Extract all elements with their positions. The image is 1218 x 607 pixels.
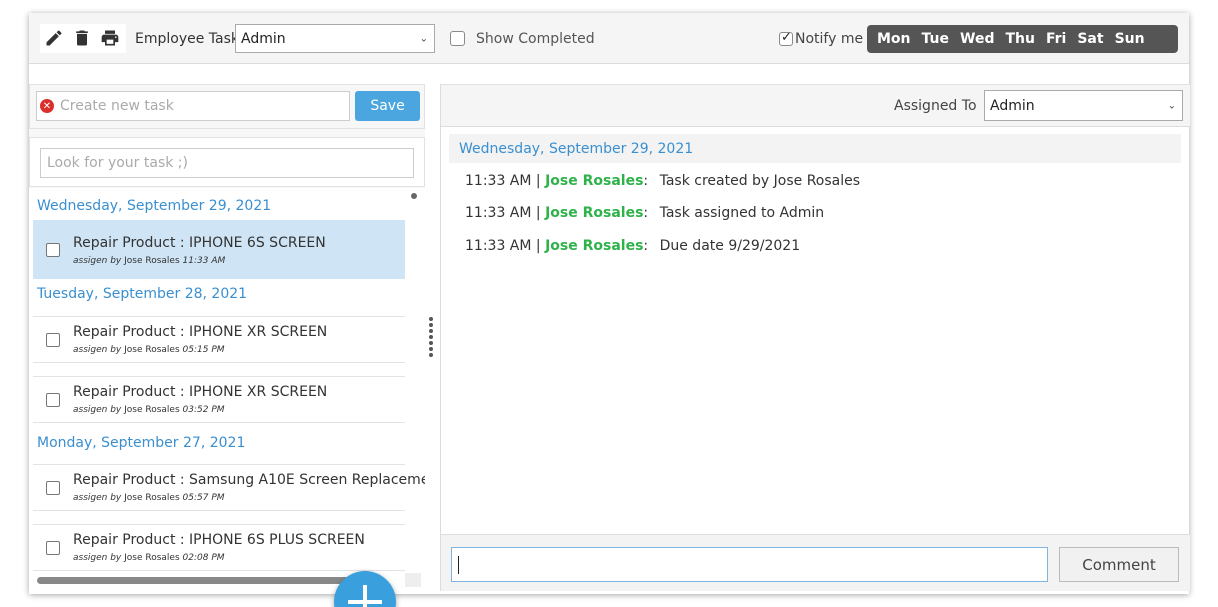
task-manager-window: Employee Task Admin ⌄ Show Completed Not… <box>29 13 1190 607</box>
activity-date-header: Wednesday, September 29, 2021 <box>449 134 1181 163</box>
activity-user: Jose Rosales <box>545 173 644 189</box>
task-item[interactable]: Repair Product : IPHONE XR SCREEN assige… <box>33 316 405 363</box>
create-task-input[interactable]: ✕ Create new task <box>36 91 350 121</box>
day-sat[interactable]: Sat <box>1077 31 1103 47</box>
printer-icon[interactable] <box>99 27 121 49</box>
day-tue[interactable]: Tue <box>922 31 949 47</box>
comment-bar: Comment <box>441 534 1190 591</box>
text-caret <box>458 556 459 574</box>
task-title: Repair Product : IPHONE XR SCREEN <box>73 384 328 400</box>
assigned-to-select[interactable]: Admin ⌄ <box>984 90 1183 121</box>
create-task-row: ✕ Create new task Save <box>29 84 425 129</box>
activity-time: 11:33 AM <box>465 173 532 189</box>
task-item[interactable]: Repair Product : IPHONE 6S SCREEN assige… <box>33 220 405 279</box>
weekday-selector: Mon Tue Wed Thu Fri Sat Sun <box>867 25 1178 53</box>
task-title: Repair Product : IPHONE 6S PLUS SCREEN <box>73 532 365 548</box>
chevron-down-icon: ⌄ <box>1167 100 1176 111</box>
task-checkbox[interactable] <box>46 243 60 257</box>
date-header: Tuesday, September 28, 2021 <box>37 286 248 302</box>
activity-time: 11:33 AM <box>465 238 532 254</box>
task-meta: assigen by Jose Rosales 11:33 AM <box>73 256 226 266</box>
task-title: Repair Product : Samsung A10E Screen Rep… <box>73 472 425 488</box>
activity-time: 11:33 AM <box>465 205 532 221</box>
date-header: Wednesday, September 29, 2021 <box>37 198 272 214</box>
task-search-row: Look for your task ;) <box>29 137 425 187</box>
task-item[interactable]: Repair Product : Samsung A10E Screen Rep… <box>33 464 425 511</box>
task-checkbox[interactable] <box>46 481 60 495</box>
activity-user: Jose Rosales <box>545 205 644 221</box>
trash-icon[interactable] <box>71 27 93 49</box>
employee-select[interactable]: Admin ⌄ <box>235 24 435 53</box>
save-button[interactable]: Save <box>355 91 420 121</box>
activity-message: Task assigned to Admin <box>659 205 825 221</box>
task-item[interactable]: Repair Product : IPHONE 6S PLUS SCREEN a… <box>33 524 405 571</box>
activity-message: Due date 9/29/2021 <box>659 238 801 254</box>
task-search-placeholder: Look for your task ;) <box>47 155 188 171</box>
date-header: Monday, September 27, 2021 <box>37 435 246 451</box>
task-meta: assigen by Jose Rosales 05:15 PM <box>73 345 225 355</box>
notify-me-checkbox[interactable] <box>779 30 793 46</box>
task-meta: assigen by Jose Rosales 03:52 PM <box>73 405 225 415</box>
scrollbar-corner <box>405 573 421 587</box>
panel-splitter-handle[interactable] <box>429 317 435 359</box>
activity-message: Task created by Jose Rosales <box>659 173 861 189</box>
task-search-input[interactable]: Look for your task ;) <box>40 148 414 178</box>
day-fri[interactable]: Fri <box>1046 31 1066 47</box>
day-wed[interactable]: Wed <box>960 31 994 47</box>
task-list[interactable]: Wednesday, September 29, 2021 Repair Pro… <box>29 188 425 591</box>
assigned-to-value: Admin <box>990 97 1035 114</box>
comment-input[interactable] <box>451 547 1048 582</box>
task-title: Repair Product : IPHONE XR SCREEN <box>73 324 328 340</box>
assigned-to-bar: Assigned To Admin ⌄ <box>441 84 1190 127</box>
task-checkbox[interactable] <box>46 333 60 347</box>
task-list-panel: ✕ Create new task Save Look for your tas… <box>29 84 425 607</box>
activity-entry: 11:33 AM | Jose Rosales: Due date 9/29/2… <box>465 238 801 254</box>
day-mon[interactable]: Mon <box>877 31 911 47</box>
task-checkbox[interactable] <box>46 541 60 555</box>
task-meta: assigen by Jose Rosales 02:08 PM <box>73 553 225 563</box>
task-item[interactable]: Repair Product : IPHONE XR SCREEN assige… <box>33 376 405 423</box>
activity-user: Jose Rosales <box>545 238 644 254</box>
pencil-icon[interactable] <box>43 27 65 49</box>
horizontal-scrollbar[interactable] <box>37 577 381 584</box>
show-completed-label: Show Completed <box>476 31 595 47</box>
toolbar: Employee Task Admin ⌄ Show Completed Not… <box>29 13 1189 64</box>
employee-select-value: Admin <box>241 30 286 47</box>
task-checkbox[interactable] <box>46 393 60 407</box>
task-title: Repair Product : IPHONE 6S SCREEN <box>73 235 326 251</box>
assigned-to-label: Assigned To <box>894 98 977 114</box>
chevron-down-icon: ⌄ <box>419 33 428 44</box>
activity-entry: 11:33 AM | Jose Rosales: Task assigned t… <box>465 205 825 221</box>
activity-entry: 11:33 AM | Jose Rosales: Task created by… <box>465 173 861 189</box>
error-icon: ✕ <box>40 99 54 113</box>
day-sun[interactable]: Sun <box>1115 31 1145 47</box>
task-meta: assigen by Jose Rosales 05:57 PM <box>73 493 225 503</box>
create-task-placeholder: Create new task <box>60 98 174 114</box>
employee-task-label: Employee Task <box>135 31 240 47</box>
task-detail-panel: Assigned To Admin ⌄ Wednesday, September… <box>440 84 1190 591</box>
show-completed-checkbox[interactable] <box>450 31 465 46</box>
day-thu[interactable]: Thu <box>1005 31 1034 47</box>
toolbar-icon-group <box>40 24 126 53</box>
notify-me-label: Notify me <box>795 31 864 47</box>
comment-button[interactable]: Comment <box>1059 547 1179 582</box>
vertical-scroll-indicator[interactable] <box>411 193 417 199</box>
